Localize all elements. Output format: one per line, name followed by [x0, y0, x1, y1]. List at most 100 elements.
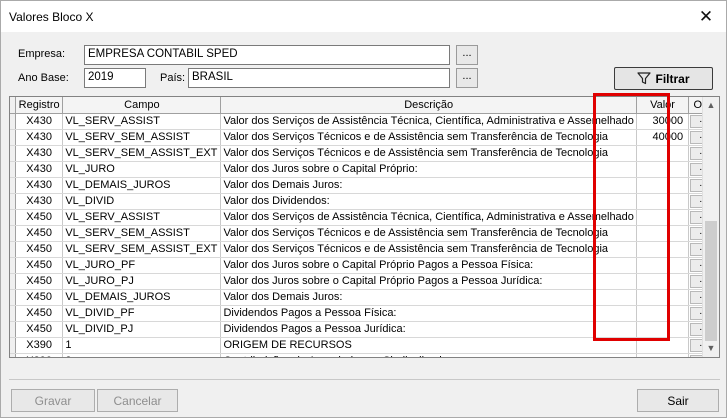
table-row[interactable]: X430 VL_SERV_ASSIST Valor dos Serviços de … — [10, 113, 719, 130]
cell-valor[interactable] — [636, 161, 690, 178]
cell-campo[interactable]: VL_DEMAIS_JUROS — [62, 289, 222, 306]
cell-descricao[interactable]: Valor dos Serviços de Assistência Técnic… — [220, 113, 637, 130]
table-row[interactable]: X430 VL_JURO Valor dos Juros sobre o Capit… — [10, 161, 719, 178]
cell-registro[interactable]: X430 — [15, 145, 64, 162]
cell-valor[interactable] — [636, 209, 690, 226]
table-row[interactable]: X450 VL_DEMAIS_JUROS Valor dos Demais Juro… — [10, 289, 719, 306]
cell-campo[interactable]: VL_DIVID_PJ — [62, 321, 222, 338]
cell-valor[interactable] — [636, 225, 690, 242]
table-row[interactable]: X3901ORIGEM DE RECURSOS... — [10, 337, 719, 354]
cell-descricao[interactable]: Dividendos Pagos a Pessoa Física: — [220, 305, 637, 322]
cell-descricao[interactable]: Valor dos Serviços Técnicos e de Assistê… — [220, 129, 637, 146]
cell-valor[interactable] — [636, 177, 690, 194]
gravar-button[interactable]: Gravar — [11, 389, 95, 412]
ano-base-label: Ano Base: — [18, 72, 69, 84]
cell-campo[interactable]: VL_DIVID — [62, 193, 222, 210]
cell-valor[interactable] — [636, 257, 690, 274]
grid-header-row: Registro Campo Descrição Valor Obs — [10, 97, 719, 114]
cell-descricao[interactable]: Contribuições de Associados ou Sindicali… — [220, 353, 637, 357]
table-row[interactable]: X450 VL_SERV_ASSIST Valor dos Serviços de … — [10, 209, 719, 226]
cell-registro[interactable]: X430 — [15, 161, 64, 178]
cell-campo[interactable]: VL_SERV_SEM_ASSIST_EXT — [62, 241, 222, 258]
cell-descricao[interactable]: Valor dos Juros sobre o Capital Próprio … — [220, 273, 637, 290]
cell-campo[interactable]: VL_DEMAIS_JUROS — [62, 177, 222, 194]
cell-valor[interactable] — [636, 305, 690, 322]
cell-valor[interactable] — [636, 337, 690, 354]
cancelar-button[interactable]: Cancelar — [97, 389, 178, 412]
sair-button[interactable]: Sair — [637, 389, 719, 412]
cell-campo[interactable]: VL_SERV_SEM_ASSIST — [62, 225, 222, 242]
cell-campo[interactable]: 2 — [62, 353, 222, 357]
cell-campo[interactable]: VL_SERV_SEM_ASSIST — [62, 129, 222, 146]
table-row[interactable]: X430 VL_DEMAIS_JUROS Valor dos Demais Juro… — [10, 177, 719, 194]
column-header-descricao[interactable]: Descrição — [220, 97, 637, 114]
cell-valor[interactable]: 30000 — [636, 113, 690, 130]
cell-valor[interactable] — [636, 321, 690, 338]
table-row[interactable]: X3902Contribuições de Associados ou Sind… — [10, 353, 719, 357]
cell-registro[interactable]: X390 — [15, 353, 64, 357]
column-header-registro[interactable]: Registro — [15, 97, 64, 114]
cell-registro[interactable]: X450 — [15, 257, 64, 274]
column-header-campo[interactable]: Campo — [62, 97, 222, 114]
cell-valor[interactable] — [636, 241, 690, 258]
cell-registro[interactable]: X430 — [15, 113, 64, 130]
table-row[interactable]: X450 VL_DIVID_PJ Dividendos Pagos a Pessoa… — [10, 321, 719, 338]
cell-campo[interactable]: 1 — [62, 337, 222, 354]
cell-campo[interactable]: VL_DIVID_PF — [62, 305, 222, 322]
close-button[interactable]: ✕ — [686, 1, 726, 32]
cell-campo[interactable]: VL_SERV_ASSIST — [62, 209, 222, 226]
pais-lookup-button[interactable]: ... — [456, 68, 478, 88]
scroll-down-arrow[interactable]: ▼ — [703, 340, 719, 357]
cell-campo[interactable]: VL_SERV_SEM_ASSIST_EXT — [62, 145, 222, 162]
cell-registro[interactable]: X430 — [15, 193, 64, 210]
cell-valor[interactable] — [636, 289, 690, 306]
cell-descricao[interactable]: Dividendos Pagos a Pessoa Jurídica: — [220, 321, 637, 338]
scroll-thumb[interactable] — [705, 221, 717, 341]
cell-campo[interactable]: VL_JURO_PJ — [62, 273, 222, 290]
cell-campo[interactable]: VL_SERV_ASSIST — [62, 113, 222, 130]
cell-registro[interactable]: X450 — [15, 273, 64, 290]
cell-descricao[interactable]: Valor dos Juros sobre o Capital Próprio … — [220, 257, 637, 274]
cell-registro[interactable]: X430 — [15, 129, 64, 146]
cell-valor[interactable] — [636, 193, 690, 210]
cell-registro[interactable]: X450 — [15, 305, 64, 322]
table-row[interactable]: X450 VL_JURO_PJ Valor dos Juros sobre o Ca… — [10, 273, 719, 290]
table-row[interactable]: X450 VL_SERV_SEM_ASSIST_EXT Valor dos Serv… — [10, 241, 719, 258]
cell-descricao[interactable]: Valor dos Serviços de Assistência Técnic… — [220, 209, 637, 226]
cell-descricao[interactable]: Valor dos Demais Juros: — [220, 177, 637, 194]
cell-valor[interactable] — [636, 273, 690, 290]
empresa-lookup-button[interactable]: ... — [456, 45, 478, 65]
cell-valor[interactable] — [636, 353, 690, 357]
cell-valor[interactable]: 40000 — [636, 129, 690, 146]
cell-campo[interactable]: VL_JURO_PF — [62, 257, 222, 274]
cell-registro[interactable]: X450 — [15, 241, 64, 258]
vertical-scrollbar[interactable]: ▲ ▼ — [702, 97, 719, 357]
table-row[interactable]: X430 VL_SERV_SEM_ASSIST_EXT Valor dos Serv… — [10, 145, 719, 162]
filtrar-button[interactable]: Filtrar — [614, 67, 713, 90]
cell-campo[interactable]: VL_JURO — [62, 161, 222, 178]
table-row[interactable]: X450 VL_DIVID_PF Dividendos Pagos a Pessoa… — [10, 305, 719, 322]
table-row[interactable]: X430 VL_SERV_SEM_ASSIST Valor dos Serviços… — [10, 129, 719, 146]
cell-registro[interactable]: X450 — [15, 209, 64, 226]
column-header-valor[interactable]: Valor — [636, 97, 690, 114]
cell-descricao[interactable]: ORIGEM DE RECURSOS — [220, 337, 637, 354]
table-row[interactable]: X450 VL_JURO_PF Valor dos Juros sobre o Ca… — [10, 257, 719, 274]
cell-registro[interactable]: X430 — [15, 177, 64, 194]
cell-registro[interactable]: X450 — [15, 289, 64, 306]
cell-descricao[interactable]: Valor dos Juros sobre o Capital Próprio: — [220, 161, 637, 178]
ano-base-field[interactable]: 2019 — [84, 68, 146, 88]
cell-registro[interactable]: X390 — [15, 337, 64, 354]
cell-descricao[interactable]: Valor dos Serviços Técnicos e de Assistê… — [220, 241, 637, 258]
cell-descricao[interactable]: Valor dos Dividendos: — [220, 193, 637, 210]
scroll-up-arrow[interactable]: ▲ — [703, 97, 719, 114]
cell-descricao[interactable]: Valor dos Serviços Técnicos e de Assistê… — [220, 225, 637, 242]
table-row[interactable]: X430VL_DIVIDValor dos Dividendos:... — [10, 193, 719, 210]
cell-registro[interactable]: X450 — [15, 225, 64, 242]
cell-registro[interactable]: X450 — [15, 321, 64, 338]
pais-field[interactable]: BRASIL — [188, 68, 450, 88]
table-row[interactable]: X450 VL_SERV_SEM_ASSIST Valor dos Serviços… — [10, 225, 719, 242]
cell-valor[interactable] — [636, 145, 690, 162]
cell-descricao[interactable]: Valor dos Serviços Técnicos e de Assistê… — [220, 145, 637, 162]
cell-descricao[interactable]: Valor dos Demais Juros: — [220, 289, 637, 306]
empresa-field[interactable]: EMPRESA CONTABIL SPED — [84, 45, 450, 65]
